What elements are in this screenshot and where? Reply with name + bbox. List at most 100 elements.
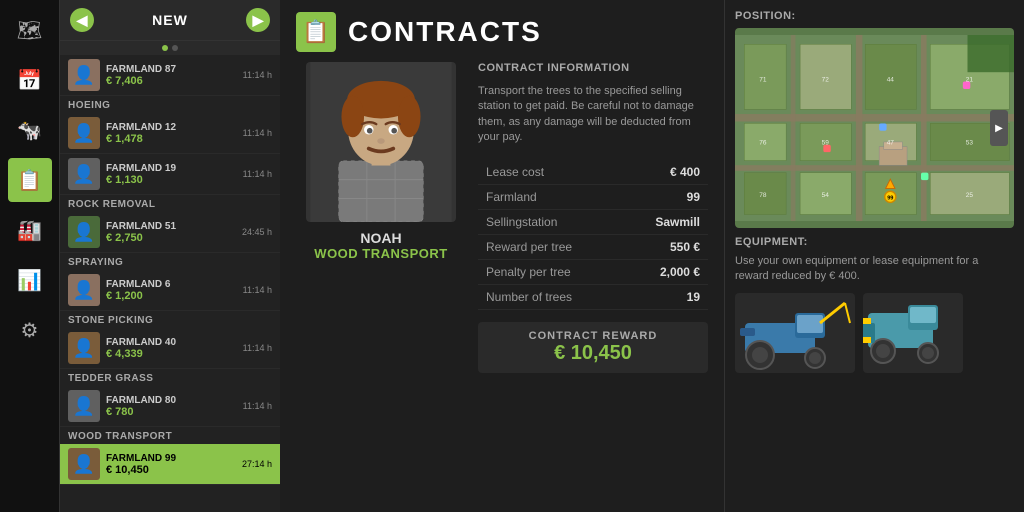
row-label: Penalty per tree — [478, 259, 622, 284]
list-title: NEW — [152, 12, 188, 28]
category-stone-picking: STONE PICKING — [60, 311, 280, 328]
calendar-nav-icon[interactable]: 📅 — [8, 58, 52, 102]
contract-item[interactable]: 👤 FARMLAND 51 € 2,750 24:45 h — [60, 212, 280, 253]
equipment-images — [735, 293, 1014, 373]
prev-page-button[interactable]: ◀ — [70, 8, 94, 32]
contract-farmland-name: FARMLAND 51 — [106, 221, 236, 232]
svg-text:78: 78 — [759, 192, 767, 199]
category-spraying: SPRAYING — [60, 253, 280, 270]
contract-item[interactable]: 👤 FARMLAND 87 € 7,406 11:14 h — [60, 55, 280, 96]
category-wood-transport: WOOD TRANSPORT — [60, 427, 280, 444]
animal-nav-icon[interactable]: 🐄 — [8, 108, 52, 152]
page-dots — [60, 41, 280, 55]
category-hoeing: HOEING — [60, 96, 280, 113]
contract-price: € 2,750 — [106, 232, 236, 244]
settings-nav-icon[interactable]: ⚙ — [8, 308, 52, 352]
factory-nav-icon[interactable]: 🏭 — [8, 208, 52, 252]
contract-farmland-name: FARMLAND 99 — [106, 453, 236, 464]
detail-panel: 📋 CONTRACTS — [280, 0, 724, 512]
avatar: 👤 — [68, 274, 100, 306]
contract-item[interactable]: 👤 FARMLAND 12 € 1,478 11:14 h — [60, 113, 280, 154]
position-section: POSITION: — [735, 10, 1014, 228]
row-label: Lease cost — [478, 160, 622, 185]
harvester-image — [863, 293, 963, 373]
contract-time: 11:14 h — [243, 285, 272, 295]
contract-item[interactable]: 👤 FARMLAND 6 € 1,200 11:14 h — [60, 270, 280, 311]
svg-text:72: 72 — [822, 77, 830, 84]
map-container: 71 72 44 21 76 59 47 53 78 54 99 25 99 — [735, 28, 1014, 228]
contract-farmland-name: FARMLAND 40 — [106, 337, 237, 348]
svg-text:71: 71 — [759, 77, 767, 84]
svg-text:44: 44 — [887, 77, 895, 84]
contract-info-title: CONTRACT INFORMATION — [478, 62, 708, 74]
contract-farmland-name: FARMLAND 87 — [106, 64, 237, 75]
avatar: 👤 — [68, 59, 100, 91]
svg-text:99: 99 — [887, 196, 893, 202]
category-tedder-grass: TEDDER GRASS — [60, 369, 280, 386]
character-job: WOOD TRANSPORT — [314, 246, 447, 261]
avatar: 👤 — [68, 448, 100, 480]
contract-info: FARMLAND 12 € 1,478 — [106, 122, 237, 145]
row-value: 550 € — [622, 234, 708, 259]
svg-text:47: 47 — [887, 140, 895, 147]
contract-item-selected[interactable]: 👤 FARMLAND 99 € 10,450 27:14 h — [60, 444, 280, 485]
contract-details-table: Lease cost € 400 Farmland 99 Sellingstat… — [478, 160, 708, 310]
tractor-image — [735, 293, 855, 373]
svg-text:76: 76 — [759, 140, 767, 147]
stats-nav-icon[interactable]: 📊 — [8, 258, 52, 302]
avatar: 👤 — [68, 390, 100, 422]
map-expand-button[interactable]: ▶ — [990, 110, 1008, 146]
contract-scroll-list[interactable]: 👤 FARMLAND 87 € 7,406 11:14 h HOEING 👤 F… — [60, 55, 280, 512]
svg-text:54: 54 — [822, 192, 830, 199]
contract-price: € 4,339 — [106, 348, 237, 360]
list-header: ◀ NEW ▶ — [60, 0, 280, 41]
svg-text:25: 25 — [966, 192, 974, 199]
contract-farmland-name: FARMLAND 12 — [106, 122, 237, 133]
contract-info: FARMLAND 87 € 7,406 — [106, 64, 237, 87]
contract-details-section: CONTRACT INFORMATION Transport the trees… — [478, 62, 708, 500]
contract-farmland-name: FARMLAND 19 — [106, 163, 237, 174]
contract-item[interactable]: 👤 FARMLAND 19 € 1,130 11:14 h — [60, 154, 280, 195]
contract-price: € 1,130 — [106, 174, 237, 186]
svg-text:53: 53 — [966, 140, 974, 147]
row-label: Farmland — [478, 184, 622, 209]
table-row: Number of trees 19 — [478, 284, 708, 309]
reward-section: CONTRACT REWARD € 10,450 — [478, 322, 708, 373]
equipment-label: EQUIPMENT: — [735, 236, 1014, 248]
contract-price: € 1,478 — [106, 133, 237, 145]
contract-time: 11:14 h — [243, 169, 272, 179]
map-nav-icon[interactable]: 🗺 — [8, 8, 52, 52]
contract-price: € 1,200 — [106, 290, 237, 302]
row-value: Sawmill — [622, 209, 708, 234]
contract-item[interactable]: 👤 FARMLAND 80 € 780 11:14 h — [60, 386, 280, 427]
contracts-header-icon: 📋 — [296, 12, 336, 52]
detail-body: NOAH WOOD TRANSPORT CONTRACT INFORMATION… — [296, 62, 708, 500]
contract-info: FARMLAND 99 € 10,450 — [106, 453, 236, 476]
contract-item[interactable]: 👤 FARMLAND 40 € 4,339 11:14 h — [60, 328, 280, 369]
table-row: Reward per tree 550 € — [478, 234, 708, 259]
table-row: Farmland 99 — [478, 184, 708, 209]
avatar: 👤 — [68, 216, 100, 248]
next-page-button[interactable]: ▶ — [246, 8, 270, 32]
contract-price: € 10,450 — [106, 464, 236, 476]
character-name: NOAH — [360, 230, 401, 246]
row-label: Reward per tree — [478, 234, 622, 259]
contracts-nav-icon[interactable]: 📋 — [8, 158, 52, 202]
row-value: 19 — [622, 284, 708, 309]
contract-info: FARMLAND 40 € 4,339 — [106, 337, 237, 360]
avatar: 👤 — [68, 117, 100, 149]
row-value: 2,000 € — [622, 259, 708, 284]
contract-info: FARMLAND 19 € 1,130 — [106, 163, 237, 186]
contract-price: € 7,406 — [106, 75, 237, 87]
contract-time: 24:45 h — [242, 227, 272, 237]
equipment-description: Use your own equipment or lease equipmen… — [735, 254, 1014, 285]
dot-1 — [162, 45, 168, 51]
row-value: € 400 — [622, 160, 708, 185]
page-title: CONTRACTS — [348, 16, 542, 48]
row-label: Number of trees — [478, 284, 622, 309]
contract-time: 11:14 h — [243, 128, 272, 138]
contract-info: FARMLAND 51 € 2,750 — [106, 221, 236, 244]
avatar: 👤 — [68, 158, 100, 190]
contract-farmland-name: FARMLAND 6 — [106, 279, 237, 290]
contract-description: Transport the trees to the specified sel… — [478, 84, 708, 146]
